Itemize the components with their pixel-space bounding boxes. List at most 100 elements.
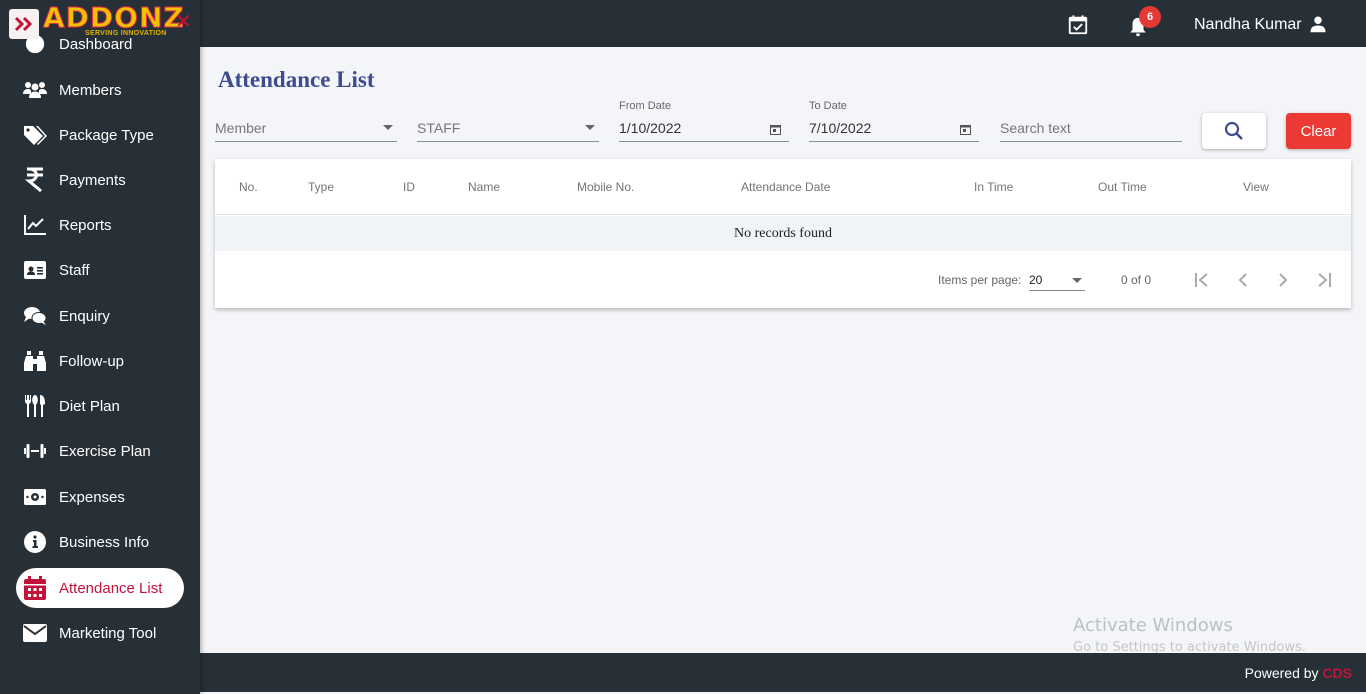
- previous-page-button[interactable]: [1228, 265, 1258, 295]
- utensils-icon: [23, 394, 47, 418]
- last-page-icon: [1318, 273, 1331, 287]
- user-name[interactable]: Nandha Kumar: [1194, 16, 1302, 34]
- type-select[interactable]: STAFF: [417, 100, 599, 142]
- column-header-attendance-date[interactable]: Attendance Date: [741, 180, 830, 194]
- dumbbell-icon: [23, 439, 47, 463]
- to-date-label: To Date: [809, 100, 847, 112]
- first-page-icon: [1195, 273, 1208, 287]
- sidebar-item-label: Staff: [59, 261, 90, 279]
- column-header-in-time[interactable]: In Time: [974, 180, 1013, 194]
- to-date-value: 7/10/2022: [809, 120, 872, 136]
- column-header-type[interactable]: Type: [308, 180, 334, 194]
- sidebar-item-label: Package Type: [59, 126, 154, 144]
- rupee-icon: [23, 167, 47, 193]
- sidebar-item-exercise-plan[interactable]: Exercise Plan: [16, 431, 184, 471]
- first-page-button[interactable]: [1188, 265, 1218, 295]
- top-bar: 6 Nandha Kumar: [0, 0, 1366, 47]
- empty-message: No records found: [734, 226, 832, 241]
- items-per-page-select[interactable]: 20: [1029, 265, 1085, 291]
- powered-by: Powered by CDS: [1245, 665, 1352, 681]
- last-page-button[interactable]: [1308, 265, 1338, 295]
- sidebar: Dashboard Members Package Type Payments …: [0, 0, 200, 694]
- sidebar-item-label: Diet Plan: [59, 397, 120, 415]
- sidebar-item-follow-up[interactable]: Follow-up: [16, 341, 184, 381]
- double-chevron-right-icon: [14, 16, 33, 32]
- sidebar-item-label: Marketing Tool: [59, 624, 157, 642]
- sidebar-item-label: Attendance List: [59, 579, 163, 597]
- sidebar-item-diet-plan[interactable]: Diet Plan: [16, 386, 184, 426]
- sidebar-item-label: Business Info: [59, 533, 150, 551]
- table-header: No. Type ID Name Mobile No. Attendance D…: [215, 159, 1351, 215]
- dropdown-caret-icon: [383, 125, 393, 130]
- column-header-view[interactable]: View: [1243, 180, 1269, 194]
- id-card-icon: [23, 258, 47, 282]
- column-header-no[interactable]: No.: [239, 180, 258, 194]
- calendar-check-icon[interactable]: [1067, 14, 1089, 41]
- menu-toggle-button[interactable]: [9, 9, 39, 39]
- sidebar-item-business-info[interactable]: Business Info: [16, 522, 184, 562]
- sidebar-item-marketing-tool[interactable]: Marketing Tool: [16, 613, 184, 653]
- sidebar-item-label: Reports: [59, 216, 112, 234]
- search-input[interactable]: Search text: [1000, 100, 1182, 142]
- user-icon[interactable]: [1309, 15, 1327, 38]
- sidebar-item-label: Dashboard: [59, 35, 133, 53]
- type-select-value: STAFF: [417, 120, 461, 136]
- page-range-label: 0 of 0: [1121, 273, 1152, 287]
- from-date-label: From Date: [619, 100, 671, 112]
- column-header-mobile[interactable]: Mobile No.: [577, 180, 634, 194]
- attendance-table: No. Type ID Name Mobile No. Attendance D…: [215, 159, 1351, 308]
- sidebar-item-enquiry[interactable]: Enquiry: [16, 296, 184, 336]
- search-input-placeholder: Search text: [1000, 120, 1071, 136]
- sidebar-item-attendance-list[interactable]: Attendance List: [16, 568, 184, 608]
- chart-line-icon: [23, 213, 47, 237]
- chevron-left-icon: [1238, 273, 1247, 287]
- calendar-icon: [23, 576, 47, 600]
- app-logo-tagline: SERVING INNOVATION: [85, 30, 167, 37]
- sidebar-item-label: Follow-up: [59, 352, 125, 370]
- from-date-value: 1/10/2022: [619, 120, 682, 136]
- column-header-name[interactable]: Name: [468, 180, 500, 194]
- money-bill-icon: [23, 485, 47, 509]
- sidebar-item-reports[interactable]: Reports: [16, 205, 184, 245]
- paginator: Items per page: 20 0 of 0: [215, 251, 1351, 308]
- sidebar-item-members[interactable]: Members: [16, 70, 184, 110]
- sidebar-item-label: Payments: [59, 171, 126, 189]
- binoculars-icon: [23, 349, 47, 373]
- calendar-picker-icon[interactable]: [770, 122, 781, 140]
- sidebar-item-label: Exercise Plan: [59, 442, 151, 460]
- info-circle-icon: [23, 530, 47, 554]
- chevron-right-icon: [1279, 273, 1288, 287]
- powered-by-brand[interactable]: CDS: [1322, 665, 1352, 681]
- close-icon[interactable]: ✕: [175, 12, 192, 32]
- sidebar-item-label: Enquiry: [59, 307, 110, 325]
- column-header-id[interactable]: ID: [403, 180, 415, 194]
- search-button[interactable]: [1202, 113, 1266, 149]
- to-date-field[interactable]: To Date 7/10/2022: [809, 100, 979, 142]
- footer: Powered by CDS: [0, 653, 1366, 692]
- from-date-field[interactable]: From Date 1/10/2022: [619, 100, 789, 142]
- sidebar-item-expenses[interactable]: Expenses: [16, 477, 184, 517]
- dropdown-caret-icon: [1072, 278, 1082, 283]
- member-select-placeholder: Member: [215, 120, 267, 136]
- sidebar-item-staff[interactable]: Staff: [16, 250, 184, 290]
- windows-watermark-title: Activate Windows: [1073, 615, 1233, 636]
- logo-area: ADDONZ SERVING INNOVATION ✕: [0, 0, 200, 39]
- sidebar-item-label: Members: [59, 81, 122, 99]
- items-per-page-value: 20: [1029, 273, 1043, 287]
- sidebar-item-label: Expenses: [59, 488, 125, 506]
- sidebar-item-package-type[interactable]: Package Type: [16, 115, 184, 155]
- page-title: Attendance List: [218, 67, 375, 92]
- calendar-picker-icon[interactable]: [960, 122, 971, 140]
- comments-icon: [23, 304, 47, 328]
- column-header-out-time[interactable]: Out Time: [1098, 180, 1147, 194]
- dropdown-caret-icon: [585, 125, 595, 130]
- sidebar-item-payments[interactable]: Payments: [16, 160, 184, 200]
- clear-button[interactable]: Clear: [1286, 113, 1351, 149]
- member-select[interactable]: Member: [215, 100, 397, 142]
- notification-badge: 6: [1139, 6, 1161, 28]
- items-per-page-label: Items per page:: [938, 273, 1022, 287]
- users-icon: [23, 78, 47, 102]
- next-page-button[interactable]: [1268, 265, 1298, 295]
- tags-icon: [23, 123, 47, 147]
- powered-by-label: Powered by: [1244, 665, 1319, 681]
